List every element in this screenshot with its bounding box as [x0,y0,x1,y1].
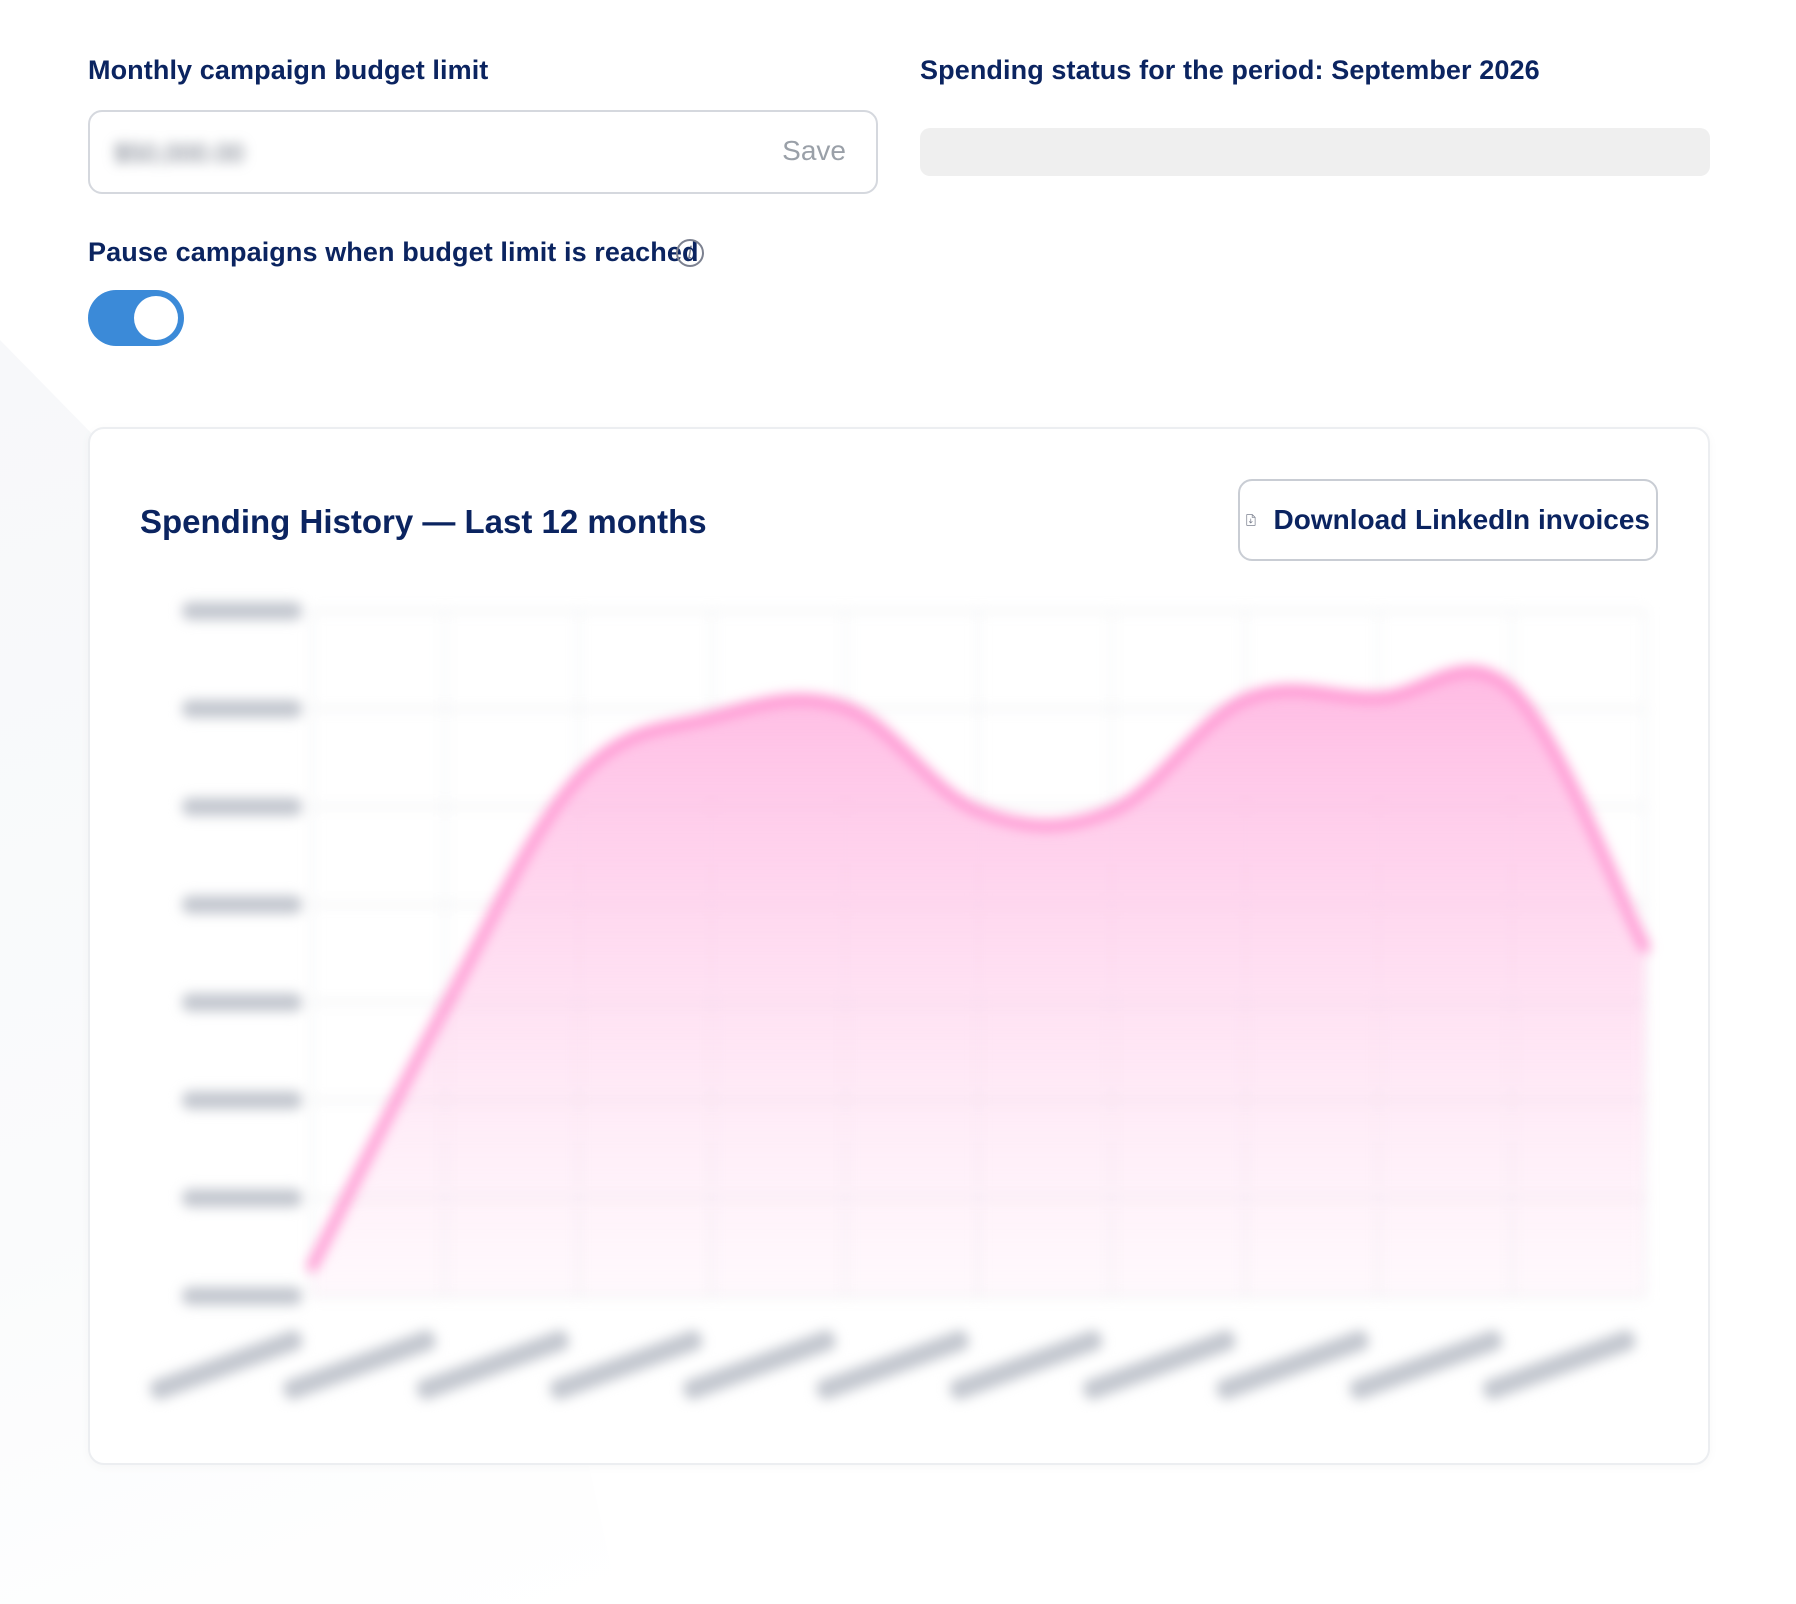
x-tick-label-group [283,1330,436,1400]
y-tick-label-placeholder [182,993,302,1012]
x-tick-label-group [816,1330,970,1400]
spending-history-card: Spending History — Last 12 months Downlo… [88,427,1710,1465]
spending-history-chart [149,602,1650,1400]
x-tick-label-placeholder [1482,1330,1636,1400]
x-tick-label-group [416,1330,570,1400]
save-button[interactable]: Save [776,134,852,168]
x-tick-label-group [1482,1330,1636,1400]
y-tick-label-placeholder [182,1091,302,1110]
x-tick-label-group [683,1330,836,1400]
x-tick-label-placeholder [283,1330,436,1400]
x-tick-label-group [1082,1330,1236,1400]
y-tick-label-placeholder [182,895,302,914]
x-tick-label-group [949,1330,1103,1400]
budget-limit-input[interactable]: $50,000.00 Save [88,110,878,194]
x-tick-label-placeholder [149,1330,303,1400]
budget-limit-label: Monthly campaign budget limit [88,55,489,85]
x-tick-label-placeholder [1349,1330,1503,1400]
chart-x-axis [149,1330,1636,1400]
x-tick-label-placeholder [949,1330,1103,1400]
y-tick-label-placeholder [182,699,302,718]
x-tick-label-group [1349,1330,1503,1400]
info-icon[interactable]: i [676,239,704,267]
toggle-knob [134,296,178,340]
pause-campaigns-toggle[interactable] [88,290,184,346]
chart-y-axis [182,602,302,1305]
x-tick-label-placeholder [416,1330,570,1400]
x-tick-label-placeholder [1082,1330,1236,1400]
y-tick-label-placeholder [182,797,302,816]
spending-status-label: Spending status for the period: Septembe… [920,55,1540,85]
y-tick-label-placeholder [182,1287,302,1305]
x-tick-label-group [1216,1330,1369,1400]
budget-limit-value: $50,000.00 [114,138,245,168]
spending-progress-bar [920,128,1710,176]
x-tick-label-placeholder [683,1330,836,1400]
x-tick-label-group [549,1330,703,1400]
y-tick-label-placeholder [182,602,302,620]
y-tick-label-placeholder [182,1189,302,1208]
pause-campaigns-label: Pause campaigns when budget limit is rea… [88,237,699,267]
x-tick-label-placeholder [549,1330,703,1400]
x-tick-label-placeholder [1216,1330,1369,1400]
x-tick-label-group [149,1330,303,1400]
x-tick-label-placeholder [816,1330,970,1400]
